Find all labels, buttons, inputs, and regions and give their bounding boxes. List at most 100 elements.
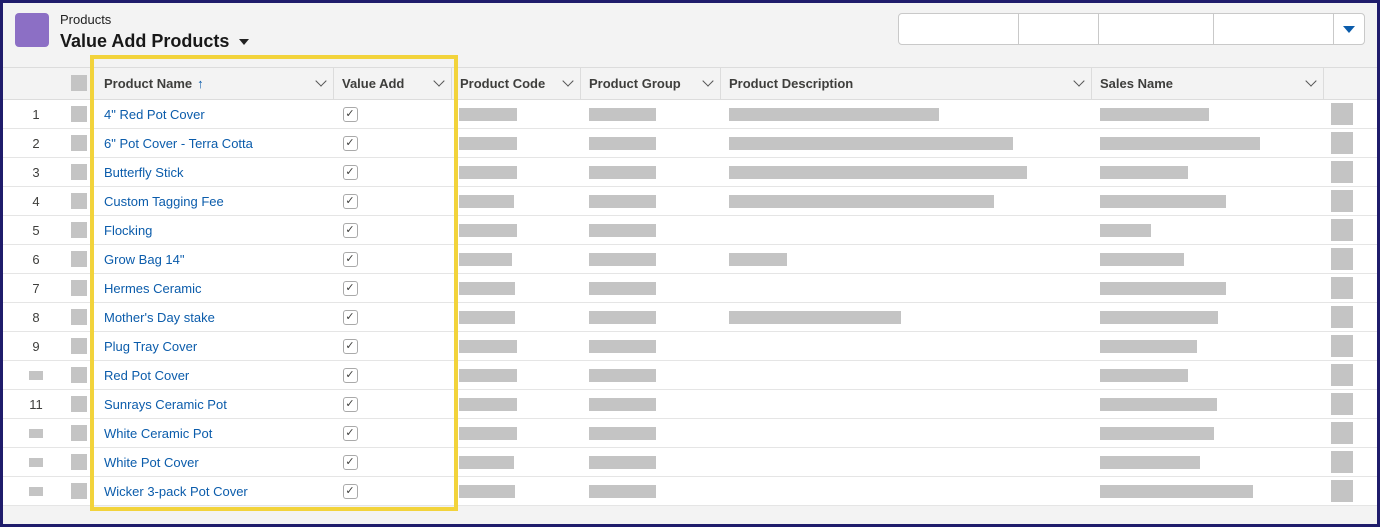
product-name-link[interactable]: 4" Red Pot Cover (104, 107, 205, 122)
row-number: 11 (29, 396, 43, 412)
row-action-button[interactable] (1331, 190, 1353, 212)
row-action-button[interactable] (1331, 103, 1353, 125)
header-product-description[interactable]: Product Description (721, 68, 1092, 99)
checkmark-icon: ✓ (342, 454, 358, 470)
row-action-button[interactable] (1331, 277, 1353, 299)
checkmark-icon: ✓ (342, 280, 358, 296)
row-select-checkbox[interactable] (71, 338, 87, 354)
row-select-checkbox[interactable] (71, 280, 87, 296)
row-select-checkbox[interactable] (71, 483, 87, 499)
row-number (21, 477, 51, 505)
header-sales-name[interactable]: Sales Name (1092, 68, 1324, 99)
product-name-link[interactable]: Hermes Ceramic (104, 281, 202, 296)
toolbar-dropdown-button[interactable] (1333, 13, 1365, 45)
product-group-redacted (589, 340, 656, 353)
toolbar-button-2[interactable] (1018, 13, 1099, 45)
product-group-redacted (589, 311, 656, 324)
row-select-checkbox[interactable] (71, 396, 87, 412)
row-number-redacted (29, 428, 43, 438)
product-name-link[interactable]: Custom Tagging Fee (104, 194, 224, 209)
product-group-redacted (589, 108, 656, 121)
product-name-link[interactable]: White Ceramic Pot (104, 426, 212, 441)
value-add-checkbox: ✓ (342, 158, 358, 186)
product-name-link[interactable]: White Pot Cover (104, 455, 199, 470)
checkmark-icon: ✓ (342, 106, 358, 122)
product-name-cell: White Ceramic Pot (104, 419, 212, 447)
row-action-button[interactable] (1331, 248, 1353, 270)
product-name-link[interactable]: Butterfly Stick (104, 165, 183, 180)
product-name-link[interactable]: 6" Pot Cover - Terra Cotta (104, 136, 253, 151)
row-action-button[interactable] (1331, 393, 1353, 415)
table-row: 7 Hermes Ceramic ✓ (3, 274, 1377, 303)
product-group-redacted (589, 456, 656, 469)
row-select-checkbox[interactable] (71, 106, 87, 122)
chevron-down-icon[interactable] (433, 75, 445, 87)
chevron-down-icon[interactable] (1073, 75, 1085, 87)
chevron-down-icon[interactable] (315, 75, 327, 87)
table-row: 2 6" Pot Cover - Terra Cotta ✓ (3, 129, 1377, 158)
row-action-button[interactable] (1331, 161, 1353, 183)
row-number: 7 (32, 280, 40, 296)
table-row: 4 Custom Tagging Fee ✓ (3, 187, 1377, 216)
product-name-link[interactable]: Wicker 3-pack Pot Cover (104, 484, 248, 499)
row-number-redacted (29, 370, 43, 380)
product-name-cell: Wicker 3-pack Pot Cover (104, 477, 248, 505)
product-name-link[interactable]: Mother's Day stake (104, 310, 215, 325)
toolbar-button-4[interactable] (1213, 13, 1334, 45)
row-select-checkbox[interactable] (71, 251, 87, 267)
header-product-name[interactable]: Product Name ↑ (96, 68, 334, 99)
list-view-title-text: Value Add Products (60, 31, 230, 51)
row-action-button[interactable] (1331, 364, 1353, 386)
row-select-checkbox[interactable] (71, 135, 87, 151)
row-action-button[interactable] (1331, 422, 1353, 444)
sort-ascending-icon: ↑ (197, 76, 204, 91)
header-product-group[interactable]: Product Group (581, 68, 721, 99)
row-action-button[interactable] (1331, 451, 1353, 473)
row-number-redacted (29, 486, 43, 496)
list-view-title[interactable]: Value Add Products (60, 31, 250, 52)
list-view-switcher-icon[interactable] (239, 38, 250, 45)
row-action-button[interactable] (1331, 306, 1353, 328)
value-add-checkbox: ✓ (342, 129, 358, 157)
product-group-redacted (589, 224, 656, 237)
row-select-checkbox[interactable] (71, 164, 87, 180)
product-name-link[interactable]: Red Pot Cover (104, 368, 189, 383)
sales-name-redacted (1100, 398, 1217, 411)
header-select-all[interactable] (71, 75, 87, 91)
sales-name-redacted (1100, 485, 1253, 498)
product-name-cell: Plug Tray Cover (104, 332, 197, 360)
row-action-button[interactable] (1331, 335, 1353, 357)
toolbar-button-3[interactable] (1098, 13, 1214, 45)
product-name-link[interactable]: Sunrays Ceramic Pot (104, 397, 227, 412)
chevron-down-icon[interactable] (702, 75, 714, 87)
product-name-link[interactable]: Plug Tray Cover (104, 339, 197, 354)
row-action-button[interactable] (1331, 132, 1353, 154)
header-value-add[interactable]: Value Add (334, 68, 452, 99)
sales-name-redacted (1100, 427, 1214, 440)
value-add-checkbox: ✓ (342, 448, 358, 476)
product-description-redacted (729, 108, 939, 121)
row-action-button[interactable] (1331, 480, 1353, 502)
row-select-checkbox[interactable] (71, 367, 87, 383)
product-code-redacted (459, 224, 517, 237)
row-select-checkbox[interactable] (71, 454, 87, 470)
row-action-button[interactable] (1331, 219, 1353, 241)
table-row: 1 4" Red Pot Cover ✓ (3, 100, 1377, 129)
row-select-checkbox[interactable] (71, 425, 87, 441)
header-product-code[interactable]: Product Code (452, 68, 581, 99)
product-code-redacted (459, 137, 517, 150)
product-code-redacted (459, 427, 517, 440)
toolbar-button-1[interactable] (898, 13, 1019, 45)
chevron-down-icon[interactable] (1305, 75, 1317, 87)
row-number: 8 (32, 309, 40, 325)
toolbar (898, 13, 1365, 45)
row-select-checkbox[interactable] (71, 309, 87, 325)
row-select-checkbox[interactable] (71, 222, 87, 238)
table-header-row: Product Name ↑ Value Add Product Code Pr… (3, 67, 1377, 100)
chevron-down-icon[interactable] (562, 75, 574, 87)
product-description-redacted (729, 166, 1027, 179)
product-name-link[interactable]: Grow Bag 14" (104, 252, 185, 267)
product-name-link[interactable]: Flocking (104, 223, 152, 238)
value-add-checkbox: ✓ (342, 274, 358, 302)
row-select-checkbox[interactable] (71, 193, 87, 209)
